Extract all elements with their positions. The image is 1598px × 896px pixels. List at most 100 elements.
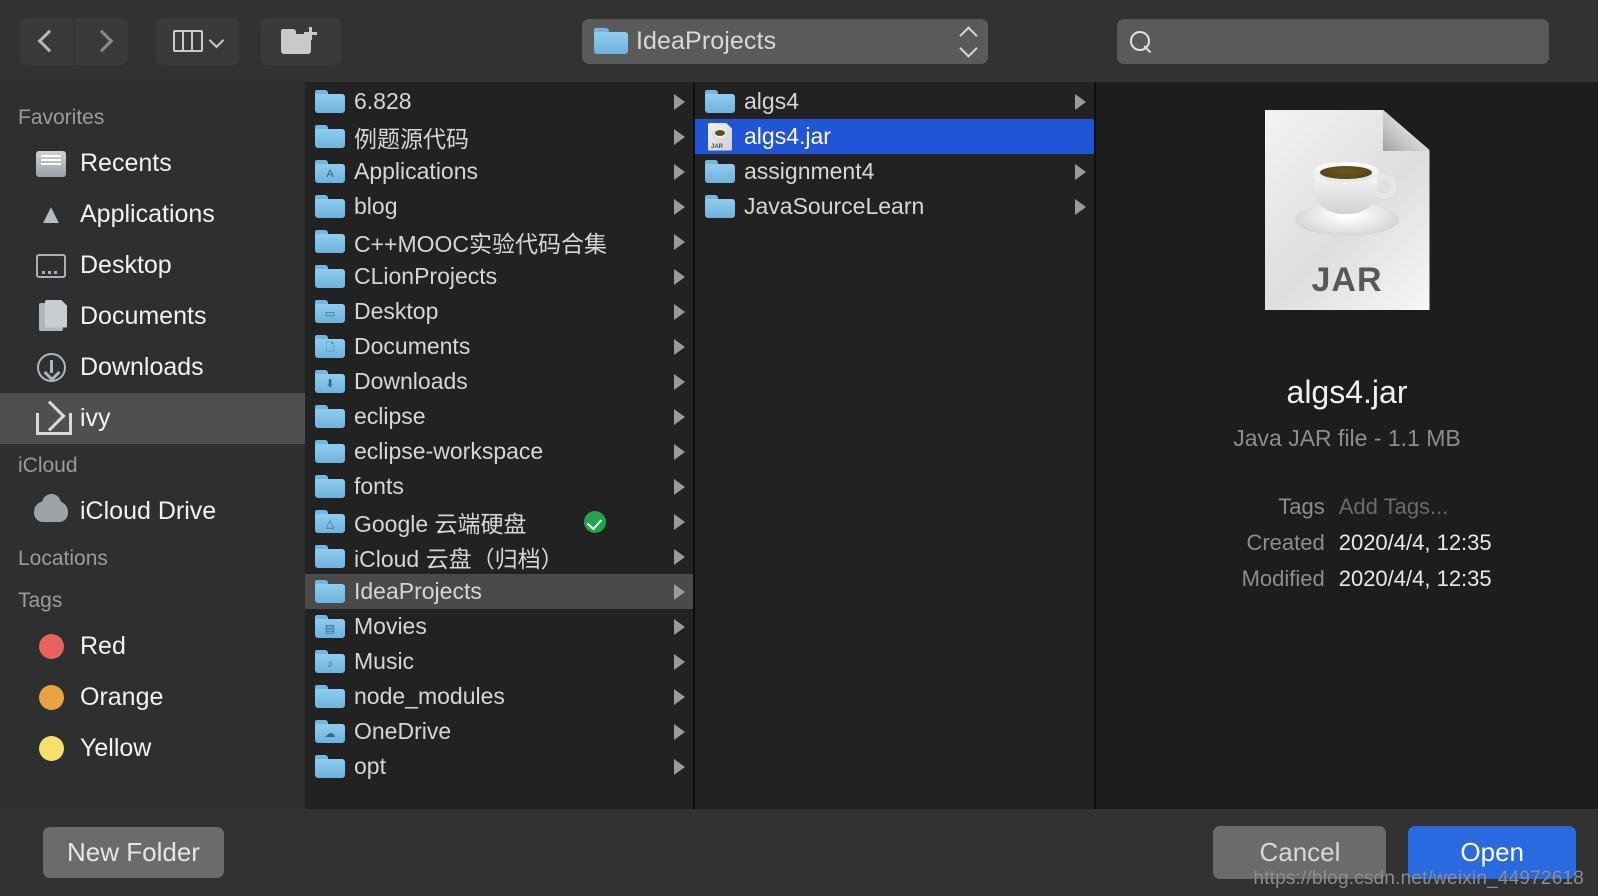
- file-row-label: C++MOOC实验代码合集: [354, 230, 608, 257]
- sidebar-item-label: Red: [80, 632, 126, 660]
- sidebar-item-orange[interactable]: Orange: [0, 672, 305, 723]
- file-row-label: OneDrive: [354, 718, 452, 744]
- watermark: https://blog.csdn.net/weixin_44972618: [1253, 868, 1584, 889]
- file-row[interactable]: eclipse: [305, 399, 693, 434]
- stepper-icon[interactable]: [960, 27, 976, 57]
- cloud-icon: [34, 494, 68, 522]
- file-row[interactable]: 🗋 Documents: [305, 329, 693, 364]
- file-row[interactable]: fonts: [305, 469, 693, 504]
- disclosure-arrow-icon: [674, 93, 685, 110]
- jar-file-icon: JAR: [708, 122, 732, 151]
- column-browser: 6.828 例题源代码 A Applications blog C++MOOC实验代码合集…: [305, 82, 1598, 809]
- sidebar-item-desktop[interactable]: Desktop: [0, 240, 305, 291]
- file-row-label: Documents: [354, 333, 471, 359]
- file-row[interactable]: iCloud 云盘（归档）: [305, 539, 693, 574]
- back-button[interactable]: [20, 17, 73, 65]
- file-row[interactable]: △ Google 云端硬盘: [305, 504, 693, 539]
- disclosure-arrow-icon: [674, 618, 685, 635]
- folder-icon: [315, 405, 345, 428]
- folder-icon: 🗋: [315, 335, 345, 358]
- preview-title: algs4.jar: [1286, 374, 1408, 410]
- file-row-label: opt: [354, 753, 386, 779]
- folder-icon: [315, 230, 345, 253]
- disclosure-arrow-icon: [1075, 163, 1086, 180]
- toolbar-new-folder-button[interactable]: [261, 17, 341, 65]
- sidebar-item-label: Desktop: [80, 251, 172, 279]
- file-row[interactable]: C++MOOC实验代码合集: [305, 224, 693, 259]
- folder-icon: [315, 755, 345, 778]
- disclosure-arrow-icon: [674, 233, 685, 250]
- sidebar-item-red[interactable]: Red: [0, 621, 305, 672]
- new-folder-button[interactable]: New Folder: [43, 827, 224, 878]
- file-row-label: algs4: [744, 88, 799, 114]
- forward-button[interactable]: [75, 17, 128, 65]
- file-row-label: Applications: [354, 158, 479, 184]
- file-row[interactable]: node_modules: [305, 679, 693, 714]
- preview-panel: JAR algs4.jar Java JAR file - 1.1 MB Tag…: [1096, 82, 1598, 809]
- file-row[interactable]: JavaSourceLearn: [695, 189, 1094, 224]
- sidebar-section-heading: iCloud: [18, 454, 78, 477]
- sidebar-item-applications[interactable]: ▲ Applications: [0, 189, 305, 240]
- sidebar-item-ivy[interactable]: ivy: [0, 393, 305, 444]
- folder-icon: [315, 265, 345, 288]
- metadata-value: 2020/4/4, 12:35: [1338, 566, 1492, 591]
- file-row[interactable]: algs4: [695, 84, 1094, 119]
- file-row[interactable]: A Applications: [305, 154, 693, 189]
- folder-icon: ⬇: [315, 370, 345, 393]
- file-row-label: Downloads: [354, 368, 468, 394]
- file-row[interactable]: 例题源代码: [305, 119, 693, 154]
- file-row[interactable]: blog: [305, 189, 693, 224]
- file-row-label: iCloud 云盘（归档）: [354, 545, 564, 572]
- disclosure-arrow-icon: [674, 128, 685, 145]
- file-row-label: IdeaProjects: [354, 578, 482, 604]
- file-row[interactable]: opt: [305, 749, 693, 784]
- file-row-label: blog: [354, 193, 398, 219]
- file-row[interactable]: 6.828: [305, 84, 693, 119]
- documents-icon: [39, 302, 63, 331]
- sidebar-item-label: Applications: [80, 200, 215, 228]
- sidebar-item-recents[interactable]: Recents: [0, 138, 305, 189]
- path-label: IdeaProjects: [636, 27, 777, 55]
- sidebar-section-heading: Locations: [18, 547, 108, 570]
- folder-icon: [315, 685, 345, 708]
- file-row-label: eclipse: [354, 403, 426, 429]
- sidebar-item-documents[interactable]: Documents: [0, 291, 305, 342]
- sidebar-item-icloud-drive[interactable]: iCloud Drive: [0, 486, 305, 537]
- folder-icon: △: [315, 510, 345, 533]
- disclosure-arrow-icon: [674, 653, 685, 670]
- file-row[interactable]: IdeaProjects: [305, 574, 693, 609]
- file-row-label: Music: [354, 648, 415, 674]
- browser-column-2[interactable]: algs4 JAR algs4.jar assignment4 JavaSourceLe…: [695, 82, 1096, 809]
- search-input[interactable]: [1161, 28, 1536, 55]
- metadata-key: Modified: [1241, 566, 1325, 591]
- sidebar-item-label: Downloads: [80, 353, 204, 381]
- file-row[interactable]: assignment4: [695, 154, 1094, 189]
- file-row[interactable]: eclipse-workspace: [305, 434, 693, 469]
- file-row[interactable]: ▭ Desktop: [305, 294, 693, 329]
- metadata-key: Tags: [1278, 494, 1325, 519]
- disclosure-arrow-icon: [674, 758, 685, 775]
- file-row[interactable]: ♪ Music: [305, 644, 693, 679]
- file-row[interactable]: CLionProjects: [305, 259, 693, 294]
- file-row[interactable]: ☁ OneDrive: [305, 714, 693, 749]
- metadata-value[interactable]: Add Tags...: [1339, 494, 1554, 520]
- disclosure-arrow-icon: [674, 373, 685, 390]
- search-icon: [1130, 30, 1152, 53]
- file-row[interactable]: ⬇ Downloads: [305, 364, 693, 399]
- chevron-right-icon: [94, 29, 109, 54]
- search-field[interactable]: [1117, 19, 1549, 64]
- folder-icon: [315, 195, 345, 218]
- view-mode-button[interactable]: [156, 17, 239, 65]
- file-row[interactable]: ▤ Movies: [305, 609, 693, 644]
- column-view-icon: [172, 30, 203, 52]
- sidebar-item-yellow[interactable]: Yellow: [0, 723, 305, 774]
- folder-icon: A: [315, 160, 345, 183]
- file-row[interactable]: JAR algs4.jar: [695, 119, 1094, 154]
- folder-icon: [705, 90, 735, 113]
- path-popup-button[interactable]: IdeaProjects: [582, 19, 988, 64]
- folder-icon: [315, 545, 345, 568]
- file-picker-dialog: IdeaProjects Favorites Recents ▲ Applicatio…: [0, 0, 1598, 896]
- file-row-label: 例题源代码: [354, 125, 469, 152]
- browser-column-1[interactable]: 6.828 例题源代码 A Applications blog C++MOOC实验代码合集…: [305, 82, 695, 809]
- sidebar-item-downloads[interactable]: Downloads: [0, 342, 305, 393]
